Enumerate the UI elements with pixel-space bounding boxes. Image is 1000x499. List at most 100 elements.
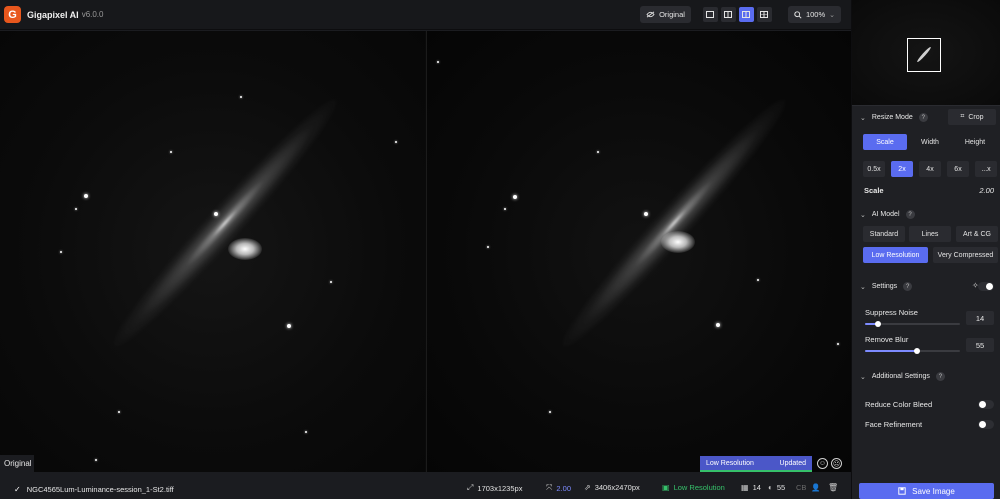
preset-label: ...x — [981, 165, 991, 173]
preset-label: 0.5x — [867, 165, 881, 173]
frown-face-icon[interactable]: ☹ — [831, 458, 842, 469]
star — [305, 431, 307, 433]
output-size-item: ⇗ 3406x2470px — [584, 483, 640, 492]
tab-width[interactable]: Width — [908, 134, 952, 150]
model-item: ▣ Low Resolution — [662, 483, 725, 492]
tab-scale[interactable]: Scale — [863, 134, 907, 150]
resize-mode-header[interactable]: ⌄ Resize Mode ? — [852, 113, 928, 122]
chevron-down-icon: ⌄ — [860, 211, 866, 219]
model-option-label: Art & CG — [962, 230, 991, 238]
reduce-color-bleed-toggle[interactable] — [978, 400, 994, 409]
preset-label: 2x — [898, 165, 906, 173]
remove-blur-input[interactable]: 55 — [966, 338, 994, 352]
expand-icon: ⤧ — [546, 483, 553, 492]
delete-item[interactable]: 🗑 — [828, 483, 838, 492]
save-icon — [898, 487, 906, 495]
star — [170, 151, 172, 153]
chevron-down-icon: ⌄ — [860, 283, 866, 291]
remove-blur-slider[interactable] — [865, 348, 960, 354]
galaxy-core-original — [228, 238, 262, 260]
smile-face-icon[interactable]: ☺ — [817, 458, 828, 469]
split-view-button[interactable] — [720, 7, 736, 22]
cb-label: CB — [796, 483, 807, 492]
remove-blur-thumb[interactable] — [914, 348, 921, 354]
preset-label: 6x — [954, 165, 962, 173]
help-icon[interactable]: ? — [903, 282, 913, 291]
original-image-pane[interactable]: Original — [0, 31, 425, 472]
trash-icon[interactable]: 🗑 — [828, 483, 838, 492]
toggle-knob — [979, 401, 986, 408]
enhanced-image-pane[interactable] — [426, 31, 851, 472]
suppress-noise-thumb[interactable] — [875, 321, 882, 327]
galaxy-enhanced — [550, 89, 798, 357]
settings-header[interactable]: ⌄ Settings ? — [852, 282, 913, 291]
top-bar: G Gigapixel AI v6.0.0 Original 100% ⌄ — [0, 0, 851, 30]
blur-item: ◐ 55 — [768, 483, 785, 492]
face-refinement-toggle[interactable] — [978, 420, 994, 429]
ai-model-header[interactable]: ⌄ AI Model ? — [852, 210, 915, 219]
model-lines[interactable]: Lines — [909, 226, 951, 242]
settings-title: Settings — [871, 283, 898, 290]
checkmark-icon[interactable]: ✓ — [14, 485, 21, 494]
output-icon: ⇗ — [584, 483, 591, 492]
save-image-label: Save Image — [912, 486, 955, 496]
output-size: 3406x2470px — [594, 483, 640, 492]
help-icon[interactable]: ? — [935, 372, 945, 381]
suppress-noise-input[interactable]: 14 — [966, 311, 994, 325]
model-standard[interactable]: Standard — [863, 226, 905, 242]
star — [437, 61, 439, 63]
suppress-noise-slider[interactable] — [865, 321, 960, 327]
help-icon[interactable]: ? — [905, 210, 915, 219]
crop-label: Crop — [968, 113, 984, 121]
galaxy-original — [101, 89, 349, 357]
zoom-dropdown[interactable]: 100% ⌄ — [787, 6, 841, 23]
chevron-down-icon: ⌄ — [829, 11, 835, 19]
feedback-group: ☺ ☹ — [817, 458, 842, 469]
model-very-compressed[interactable]: Very Compressed — [933, 247, 998, 263]
tab-height-label: Height — [964, 138, 986, 146]
help-icon[interactable]: ? — [918, 113, 928, 122]
star — [75, 208, 77, 210]
model-option-label: Standard — [869, 230, 899, 238]
preset-0-5x[interactable]: 0.5x — [863, 161, 885, 177]
user-icon: 👤 — [811, 483, 821, 492]
navigator-preview[interactable] — [852, 0, 1000, 106]
preset-custom[interactable]: ...x — [975, 161, 997, 177]
model-low-resolution[interactable]: Low Resolution — [863, 247, 928, 263]
remove-blur-label: Remove Blur — [865, 335, 909, 344]
preset-4x[interactable]: 4x — [919, 161, 941, 177]
tab-height[interactable]: Height — [953, 134, 997, 150]
star — [330, 281, 332, 283]
single-view-button[interactable] — [702, 7, 718, 22]
additional-settings-header[interactable]: ⌄ Additional Settings ? — [852, 372, 945, 381]
preset-label: 4x — [926, 165, 934, 173]
scale-label: Scale — [864, 186, 884, 195]
original-toggle-button[interactable]: Original — [640, 6, 691, 23]
single-view-icon — [706, 11, 715, 18]
app-window: G Gigapixel AI v6.0.0 Original 100% ⌄ Or… — [0, 0, 1000, 499]
reduce-color-bleed-label: Reduce Color Bleed — [865, 400, 933, 409]
star — [716, 323, 720, 327]
eye-off-icon — [646, 11, 655, 18]
app-version: v6.0.0 — [81, 10, 104, 19]
settings-auto-toggle[interactable] — [978, 282, 994, 291]
blur-value: 55 — [776, 483, 786, 492]
star — [504, 208, 506, 210]
navigator-viewport[interactable] — [907, 38, 941, 72]
image-canvas[interactable]: Original Low Resolution Updated ☺ ☹ — [0, 31, 851, 472]
model-art-cg[interactable]: Art & CG — [956, 226, 998, 242]
ai-model-title: AI Model — [871, 211, 900, 218]
preset-6x[interactable]: 6x — [947, 161, 969, 177]
cb-item: CB — [796, 483, 806, 492]
grid-view-button[interactable] — [756, 7, 772, 22]
zoom-value: 100% — [805, 10, 826, 19]
crop-button[interactable]: ⌗ Crop — [948, 109, 996, 125]
additional-settings-title: Additional Settings — [871, 373, 930, 380]
save-image-button[interactable]: Save Image — [859, 483, 994, 499]
input-size-item: ⤢ 1703x1235px — [467, 483, 522, 493]
original-tag: Original — [0, 455, 34, 472]
star — [549, 411, 551, 413]
preset-2x[interactable]: 2x — [891, 161, 913, 177]
side-by-side-view-button[interactable] — [738, 7, 754, 22]
scale-item: ⤧ 2.00 — [546, 483, 571, 493]
